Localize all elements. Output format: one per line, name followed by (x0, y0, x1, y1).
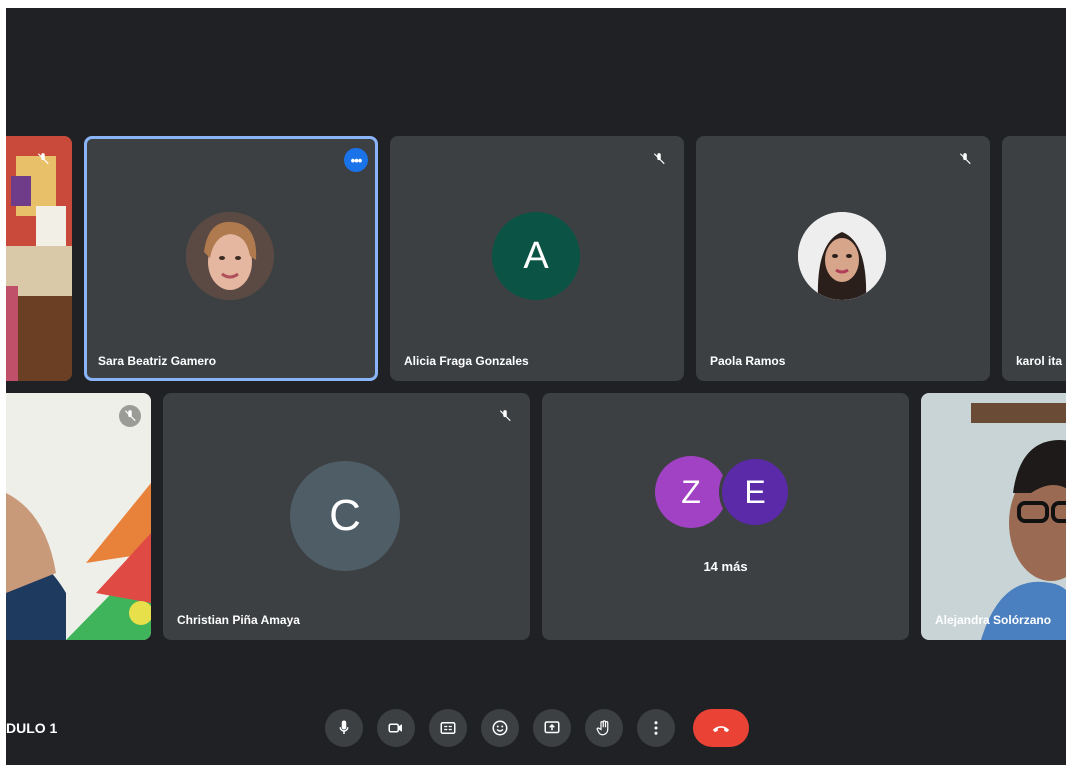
overflow-participants-tile[interactable]: Z E 14 más (542, 393, 909, 640)
participant-name: Paola Ramos (710, 354, 786, 368)
camera-button[interactable] (377, 709, 415, 747)
mic-off-icon (32, 148, 54, 170)
participant-video (921, 393, 1066, 640)
participant-name: Alejandra Solórzano (935, 613, 1052, 627)
more-options-icon (654, 721, 658, 735)
mic-off-icon (648, 148, 670, 170)
participant-tile-paola[interactable]: Paola Ramos (696, 136, 990, 381)
meeting-stage: ••• Sara Beatriz Gamero A Alicia Fraga G… (6, 8, 1066, 765)
mic-off-icon (494, 405, 516, 427)
reactions-button[interactable] (481, 709, 519, 747)
present-icon (544, 721, 560, 734)
end-call-icon (712, 726, 730, 733)
participant-tile-alejandra[interactable]: Alejandra Solórzano (921, 393, 1066, 640)
participant-tile-partial-left[interactable] (6, 136, 72, 381)
participant-video (6, 393, 151, 640)
participant-name: Sara Beatriz Gamero (98, 354, 217, 368)
raise-hand-button[interactable] (585, 709, 623, 747)
participant-tile-partial-left-2[interactable] (6, 393, 151, 640)
raise-hand-icon (596, 720, 609, 736)
overflow-avatar: E (719, 456, 791, 528)
participant-avatar: C (290, 461, 400, 571)
participant-tile-christian[interactable]: C Christian Piña Amaya (163, 393, 530, 640)
participant-avatar (798, 212, 886, 300)
camera-icon (388, 723, 402, 733)
mic-icon (339, 720, 349, 734)
participant-tile-alicia[interactable]: A Alicia Fraga Gonzales (390, 136, 684, 381)
participant-tile-karol[interactable]: karol ita (1002, 136, 1066, 381)
present-button[interactable] (533, 709, 571, 747)
end-call-button[interactable] (693, 709, 749, 747)
mic-off-icon (954, 148, 976, 170)
mic-off-icon (119, 405, 141, 427)
more-options-button[interactable] (637, 709, 675, 747)
emoji-icon (492, 720, 508, 736)
captions-button[interactable] (429, 709, 467, 747)
participant-avatar (186, 212, 274, 300)
participant-video (6, 136, 72, 381)
overflow-avatar: Z (655, 456, 727, 528)
captions-icon (440, 722, 456, 734)
participant-name: Alicia Fraga Gonzales (404, 354, 529, 368)
participant-name: karol ita (1016, 354, 1063, 368)
microphone-button[interactable] (325, 709, 363, 747)
participant-tile-sara[interactable]: ••• Sara Beatriz Gamero (84, 136, 378, 381)
overflow-count: 14 más (703, 559, 748, 574)
participant-avatar: A (492, 212, 580, 300)
meeting-title: DULO 1 (6, 720, 58, 736)
participant-name: Christian Piña Amaya (177, 613, 300, 627)
more-options-icon[interactable]: ••• (344, 148, 368, 172)
